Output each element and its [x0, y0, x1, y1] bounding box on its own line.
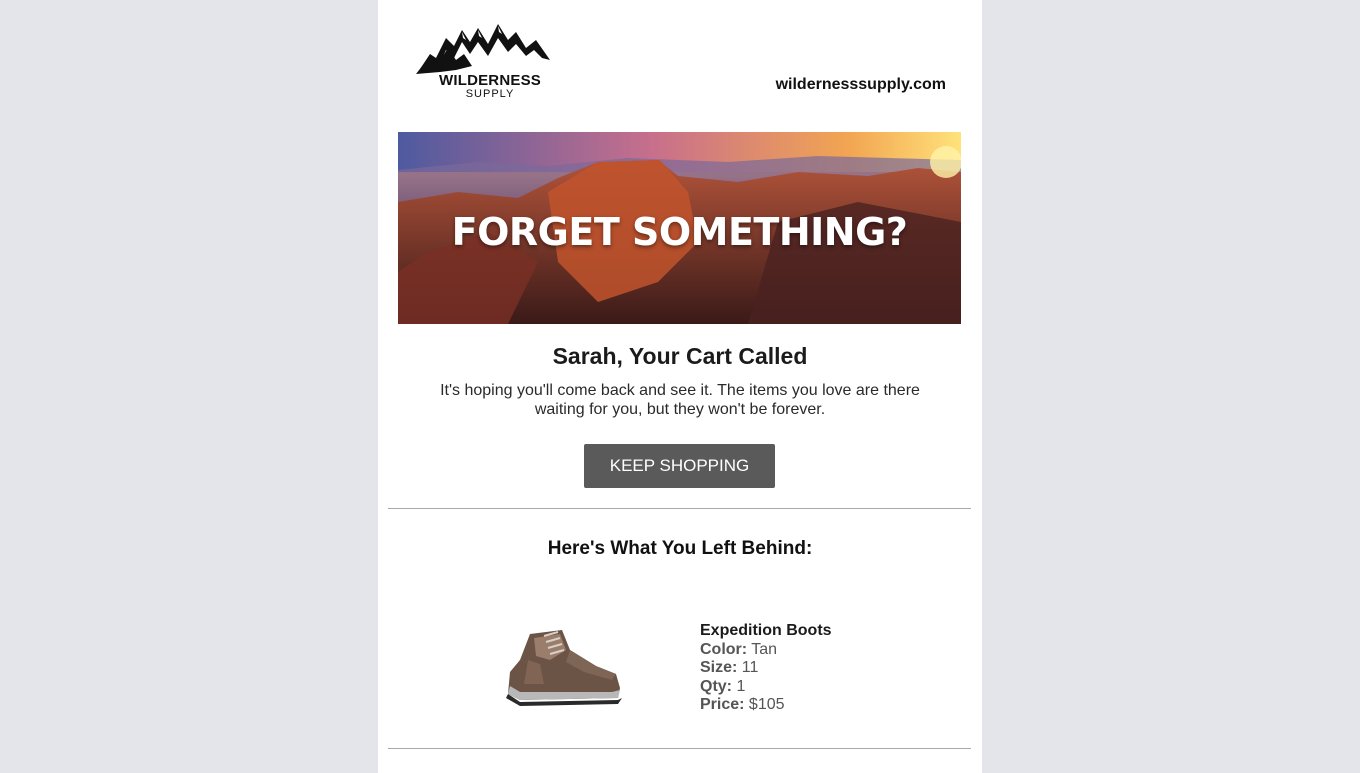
spec-label: Color: — [700, 640, 748, 658]
brand-subname: SUPPLY — [465, 88, 515, 100]
product-price: Price: $105 — [700, 696, 832, 715]
cart-section-title: Here's What You Left Behind: — [547, 538, 813, 559]
hiking-boot-icon — [506, 630, 622, 706]
product-size: Size: 11 — [700, 659, 832, 678]
email-body: WILDERNESS SUPPLY wildernesssupply.com F… — [378, 0, 982, 773]
brand-name: WILDERNESS — [438, 72, 541, 89]
product-qty: Qty: 1 — [700, 678, 832, 697]
hero-banner[interactable]: FORGET SOMETHING? — [398, 132, 961, 324]
spec-label: Qty: — [700, 677, 732, 695]
product-color: Color: Tan — [700, 641, 832, 660]
spec-value: Tan — [751, 640, 778, 658]
spec-label: Price: — [700, 696, 745, 713]
keep-shopping-button[interactable]: KEEP SHOPPING — [584, 444, 775, 488]
product-image[interactable] — [500, 620, 626, 712]
divider — [388, 748, 971, 749]
brand-logo[interactable]: WILDERNESS SUPPLY — [416, 20, 552, 102]
divider — [388, 508, 971, 509]
message-title: Sarah, Your Cart Called — [552, 343, 808, 369]
hero-headline: FORGET SOMETHING? — [451, 210, 908, 254]
spec-value: $105 — [748, 696, 785, 713]
spec-value: 1 — [736, 677, 746, 695]
website-link[interactable]: wildernesssupply.com — [776, 76, 946, 94]
spec-value: 11 — [741, 659, 759, 676]
mountain-logo-icon — [416, 24, 550, 74]
product-details: Expedition Boots Color: Tan Size: 11 Qty… — [700, 622, 832, 715]
spec-label: Size: — [700, 659, 738, 676]
message-body: It's hoping you'll come back and see it.… — [440, 382, 920, 418]
product-name[interactable]: Expedition Boots — [700, 622, 832, 641]
